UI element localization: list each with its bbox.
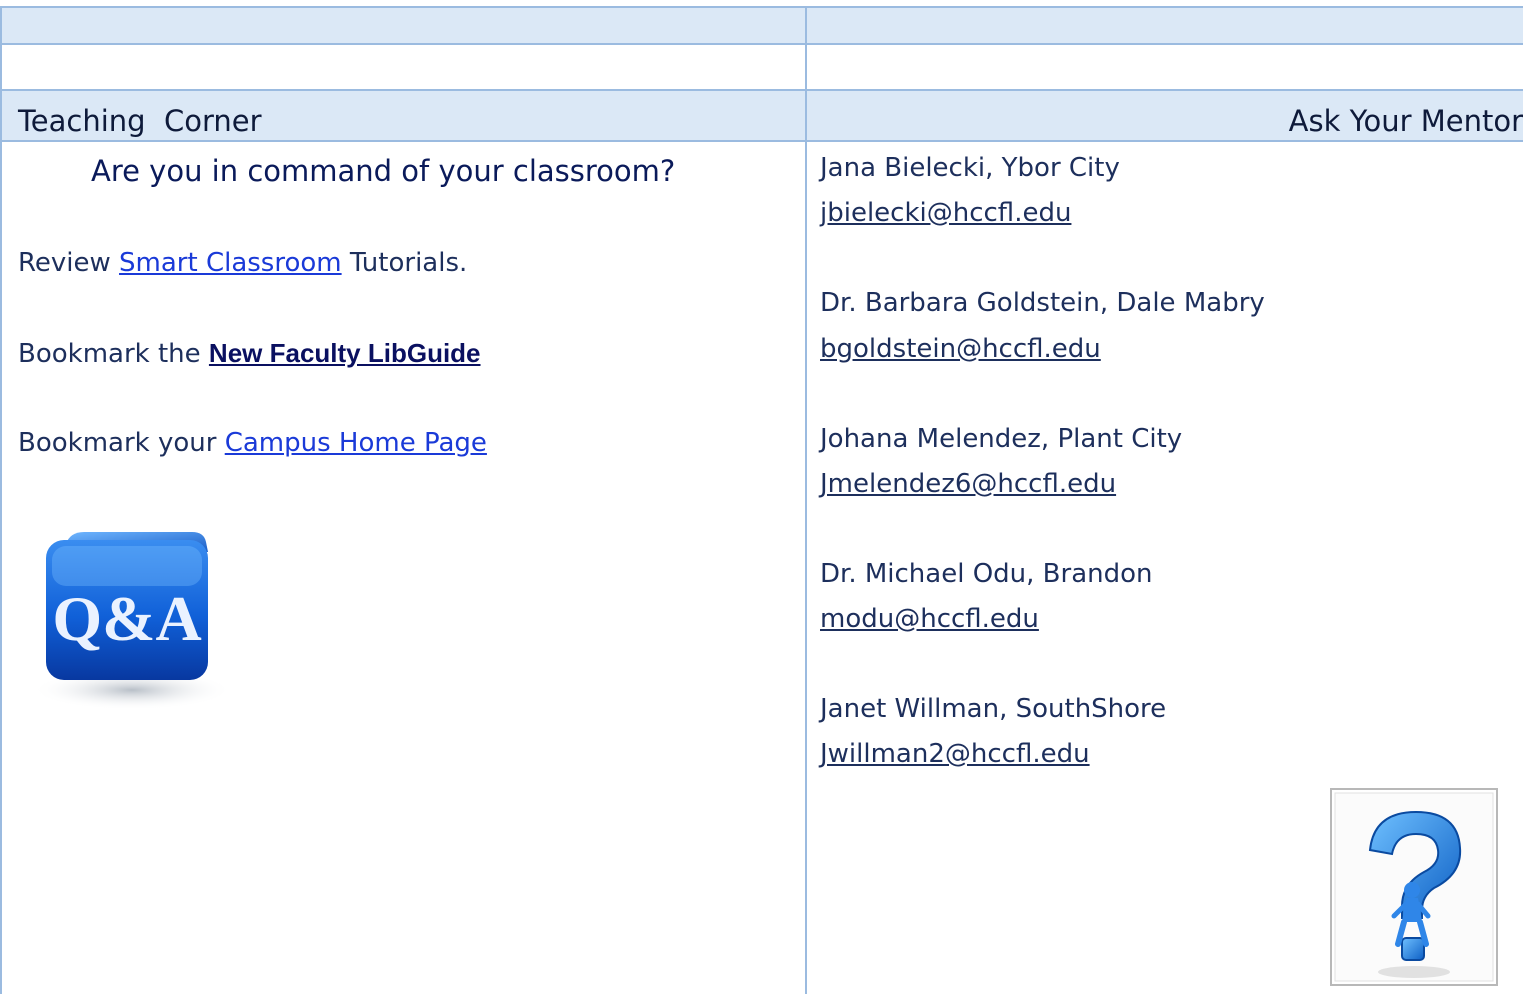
mentor-email-link[interactable]: jbielecki@hccfl.edu <box>820 198 1071 228</box>
rule <box>0 89 1523 91</box>
line-prefix: Bookmark your <box>18 428 225 458</box>
mentor-email-link[interactable]: Jmelendez6@hccfl.edu <box>820 469 1116 499</box>
smart-classroom-line: Review Smart Classroom Tutorials. <box>18 248 467 278</box>
line-prefix: Review <box>18 248 120 278</box>
teaching-corner-heading: Teaching Corner <box>18 104 262 138</box>
classroom-question: Are you in command of your classroom? <box>91 154 676 188</box>
mentor-email-link[interactable]: modu@hccfl.edu <box>820 604 1039 634</box>
new-faculty-libguide-link[interactable]: New Faculty LibGuide <box>209 338 481 368</box>
rule <box>0 6 1523 8</box>
mentor-name: Jana Bielecki, Ybor City <box>820 153 1120 183</box>
mentor-email-link[interactable]: Jwillman2@hccfl.edu <box>820 739 1090 769</box>
line-prefix: Bookmark the <box>18 339 209 369</box>
column-divider <box>805 6 807 994</box>
line-suffix: Tutorials. <box>341 248 468 278</box>
mentor-name: Dr. Barbara Goldstein, Dale Mabry <box>820 288 1265 318</box>
smart-classroom-link[interactable]: Smart Classroom <box>119 248 342 278</box>
mentor-name: Dr. Michael Odu, Brandon <box>820 559 1153 589</box>
rule <box>0 6 2 994</box>
libguide-line: Bookmark the New Faculty LibGuide <box>18 338 481 369</box>
rule <box>0 43 1523 45</box>
question-mark-figure-icon <box>1330 788 1498 988</box>
campus-home-line: Bookmark your Campus Home Page <box>18 428 487 458</box>
page-table <box>0 0 1523 994</box>
mentor-name: Janet Willman, SouthShore <box>820 694 1167 724</box>
qa-cube-icon: Q&A <box>22 500 240 718</box>
top-band <box>0 6 1523 44</box>
qa-text: Q&A <box>52 583 201 654</box>
mentor-email-link[interactable]: bgoldstein@hccfl.edu <box>820 334 1101 364</box>
ask-your-mentor-heading: Ask Your Mentor <box>1288 104 1523 138</box>
campus-home-page-link[interactable]: Campus Home Page <box>225 428 487 458</box>
rule <box>0 140 1523 142</box>
mentor-name: Johana Melendez, Plant City <box>820 424 1183 454</box>
